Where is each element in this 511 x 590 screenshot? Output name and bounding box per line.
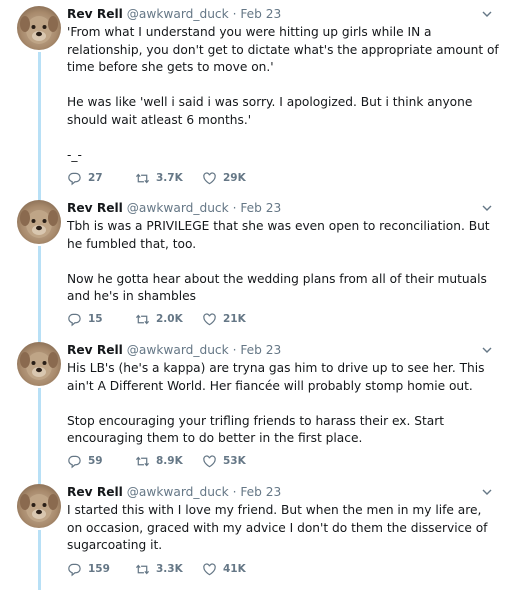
tweet-paragraph: Tbh is was a PRIVILEGE that she was even… [67, 219, 494, 251]
tweet-header: Rev Rell @awkward_duck · Feb 23 [67, 6, 493, 23]
retweet-icon [135, 564, 150, 574]
reply-count: 15 [88, 313, 103, 325]
reply-button[interactable]: 59 [67, 453, 103, 469]
like-button[interactable]: 53K [202, 453, 246, 469]
display-name[interactable]: Rev Rell [67, 343, 123, 357]
tweet-header: Rev Rell @awkward_duck · Feb 23 [67, 200, 493, 217]
tweet-paragraph: Now he gotta hear about the wedding plan… [67, 271, 491, 304]
tweet-paragraph: He was like 'well i said i was sorry. I … [67, 95, 477, 127]
tweet-text: His LB's (he's a kappa) are tryna gas hi… [67, 360, 499, 448]
avatar[interactable] [17, 6, 61, 50]
user-handle[interactable]: @awkward_duck [127, 343, 229, 357]
display-name[interactable]: Rev Rell [67, 201, 123, 215]
tweet-date[interactable]: Feb 23 [240, 343, 281, 357]
reply-icon [68, 563, 81, 576]
display-name[interactable]: Rev Rell [67, 7, 123, 21]
retweet-icon [135, 456, 150, 466]
retweet-button[interactable]: 8.9K [135, 453, 183, 469]
avatar[interactable] [17, 342, 61, 386]
tweet-paragraph: His LB's (he's a kappa) are tryna gas hi… [67, 361, 489, 393]
retweet-count: 8.9K [156, 455, 183, 467]
chevron-down-icon[interactable] [481, 202, 493, 214]
tweet-date[interactable]: Feb 23 [240, 7, 281, 21]
thread-line [38, 52, 41, 200]
heart-icon [203, 312, 216, 325]
retweet-count: 3.3K [156, 563, 183, 575]
avatar[interactable] [17, 484, 61, 528]
separator: · [232, 201, 237, 215]
tweet-text: Tbh is was a PRIVILEGE that she was even… [67, 218, 499, 306]
reply-button[interactable]: 159 [67, 561, 110, 577]
tweet-paragraph: I started this with I love my friend. Bu… [67, 503, 492, 552]
user-handle[interactable]: @awkward_duck [127, 201, 229, 215]
chevron-down-icon[interactable] [481, 486, 493, 498]
tweet-paragraph: Stop encouraging your trifling friends t… [67, 413, 448, 446]
retweet-button[interactable]: 3.3K [135, 561, 183, 577]
like-count: 41K [223, 563, 246, 575]
reply-icon [68, 172, 81, 185]
tweet-text: 'From what I understand you were hitting… [67, 24, 499, 164]
like-count: 53K [223, 455, 246, 467]
thread-line [38, 246, 41, 342]
heart-icon [203, 454, 216, 467]
like-count: 29K [223, 172, 246, 184]
separator: · [232, 7, 237, 21]
tweet-header: Rev Rell @awkward_duck · Feb 23 [67, 342, 493, 359]
reply-button[interactable]: 27 [67, 170, 103, 186]
like-button[interactable]: 41K [202, 561, 246, 577]
user-handle[interactable]: @awkward_duck [127, 7, 229, 21]
tweet-date[interactable]: Feb 23 [240, 201, 281, 215]
retweet-button[interactable]: 2.0K [135, 311, 183, 327]
avatar[interactable] [17, 200, 61, 244]
user-handle[interactable]: @awkward_duck [127, 485, 229, 499]
retweet-icon [135, 314, 150, 324]
heart-icon [203, 171, 216, 184]
like-button[interactable]: 21K [202, 311, 246, 327]
reply-count: 59 [88, 455, 103, 467]
thread-line [38, 530, 41, 590]
tweet-header: Rev Rell @awkward_duck · Feb 23 [67, 484, 493, 501]
tweet-paragraph: -_- [67, 147, 82, 162]
retweet-count: 3.7K [156, 172, 183, 184]
reply-icon [68, 313, 81, 326]
retweet-icon [135, 173, 150, 183]
retweet-button[interactable]: 3.7K [135, 170, 183, 186]
reply-count: 159 [88, 563, 110, 575]
heart-icon [203, 562, 216, 575]
tweet-text: I started this with I love my friend. Bu… [67, 502, 499, 555]
reply-icon [68, 455, 81, 468]
separator: · [232, 343, 237, 357]
like-button[interactable]: 29K [202, 170, 246, 186]
reply-count: 27 [88, 172, 103, 184]
thread-line [38, 388, 41, 484]
display-name[interactable]: Rev Rell [67, 485, 123, 499]
like-count: 21K [223, 313, 246, 325]
chevron-down-icon[interactable] [481, 344, 493, 356]
separator: · [232, 485, 237, 499]
retweet-count: 2.0K [156, 313, 183, 325]
reply-button[interactable]: 15 [67, 311, 103, 327]
chevron-down-icon[interactable] [481, 8, 493, 20]
tweet-date[interactable]: Feb 23 [240, 485, 281, 499]
tweet-paragraph: 'From what I understand you were hitting… [67, 25, 503, 74]
